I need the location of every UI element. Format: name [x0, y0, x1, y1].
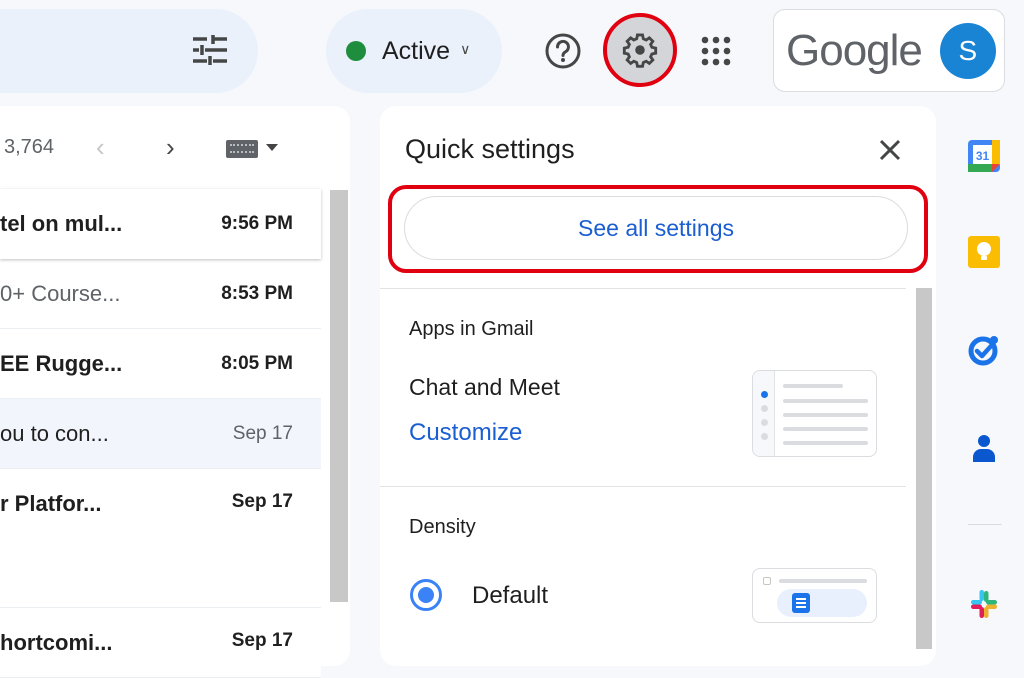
mail-date: Sep 17: [231, 491, 293, 512]
caret-down-icon: [266, 143, 278, 151]
chat-and-meet-label: Chat and Meet: [409, 374, 560, 400]
contacts-app-button[interactable]: [966, 430, 1002, 466]
mail-row[interactable]: tel on mul... 9:56 PM: [0, 189, 321, 259]
older-page-button[interactable]: ›: [166, 132, 175, 163]
mail-row[interactable]: hortcomi... Sep 17: [0, 608, 321, 678]
newer-page-button[interactable]: ‹: [96, 132, 105, 163]
document-icon: [792, 593, 810, 613]
google-logo: Google: [786, 25, 923, 75]
active-status-dot: [346, 41, 366, 61]
gear-icon: [622, 33, 658, 68]
apps-in-gmail-heading: Apps in Gmail: [409, 318, 534, 340]
customize-link[interactable]: Customize: [409, 419, 522, 447]
google-tasks-icon: [968, 336, 998, 366]
settings-button[interactable]: [603, 13, 677, 87]
density-heading: Density: [409, 516, 476, 538]
keep-app-button[interactable]: [966, 234, 1002, 270]
google-keep-icon: [968, 236, 1000, 268]
slack-icon: [971, 590, 997, 618]
mail-row[interactable]: r Platfor... Sep 17: [0, 469, 321, 608]
mail-subject: tel on mul...: [0, 211, 123, 236]
quick-settings-title: Quick settings: [405, 134, 575, 164]
mail-subject: EE Rugge...: [0, 350, 123, 376]
apps-grid-icon: [701, 36, 731, 66]
tune-icon: [193, 35, 227, 65]
search-options-button[interactable]: [188, 28, 232, 72]
mail-subject: r Platfor...: [0, 491, 102, 516]
mail-subject: ou to con...: [0, 420, 109, 446]
status-label: Active: [382, 36, 451, 65]
input-tools-button[interactable]: [226, 140, 278, 158]
close-icon: [879, 139, 901, 161]
see-all-settings-button[interactable]: See all settings: [404, 196, 908, 260]
rail-divider: [968, 524, 1002, 525]
divider: [380, 288, 906, 289]
mail-date: 8:53 PM: [221, 282, 293, 304]
avatar: S: [939, 22, 996, 79]
mail-subject: hortcomi...: [0, 630, 113, 655]
status-selector[interactable]: Active ∨: [326, 9, 502, 93]
mail-row[interactable]: 0+ Course... 8:53 PM: [0, 259, 321, 329]
radio-selected-dot: [418, 587, 434, 603]
mail-row[interactable]: EE Rugge... 8:05 PM: [0, 329, 321, 399]
keyboard-icon: [226, 140, 258, 158]
mail-subject: 0+ Course...: [0, 280, 121, 306]
google-apps-button[interactable]: [690, 25, 742, 77]
google-account-button[interactable]: Google S: [773, 9, 1005, 92]
help-icon: [545, 33, 581, 69]
close-quick-settings-button[interactable]: [874, 134, 906, 166]
google-calendar-icon: 31: [968, 140, 1000, 172]
slack-app-button[interactable]: [966, 586, 1002, 622]
density-default-preview: [752, 568, 877, 623]
mail-date: 8:05 PM: [221, 352, 293, 374]
calendar-app-button[interactable]: 31: [966, 138, 1002, 174]
quick-settings-scrollbar[interactable]: [916, 288, 932, 649]
help-button[interactable]: [537, 25, 589, 77]
message-count: 3,764: [4, 136, 55, 158]
tasks-app-button[interactable]: [966, 332, 1002, 368]
mail-row[interactable]: ou to con... Sep 17: [0, 399, 321, 469]
mail-date: Sep 17: [232, 422, 293, 444]
chat-meet-preview: [752, 370, 877, 457]
density-default-radio[interactable]: [410, 579, 442, 611]
density-default-label: Default: [472, 582, 549, 609]
chevron-down-icon: ∨: [460, 40, 471, 57]
mail-date: 9:56 PM: [221, 213, 293, 234]
google-contacts-icon: [973, 435, 995, 462]
mail-list-scrollbar[interactable]: [330, 190, 348, 602]
divider: [380, 486, 906, 487]
calendar-day: 31: [976, 149, 990, 163]
